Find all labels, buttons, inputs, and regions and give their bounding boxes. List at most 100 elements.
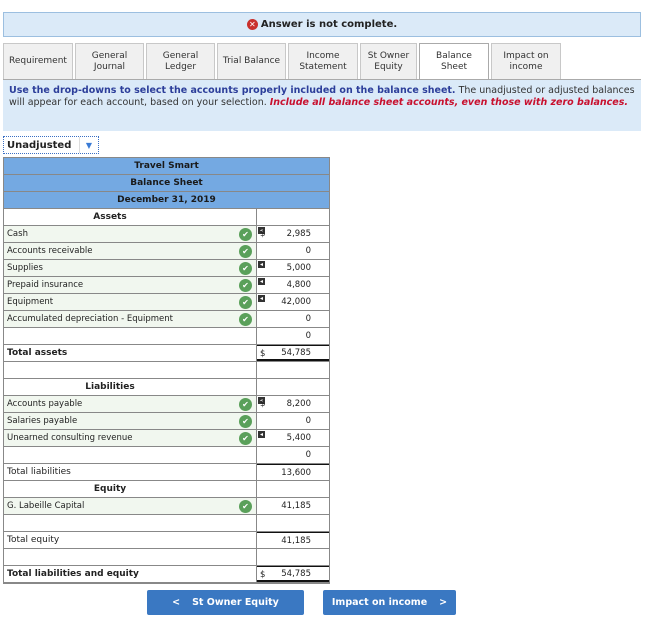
row-label: Accounts payable xyxy=(7,399,83,409)
tab-requirement[interactable]: Requirement xyxy=(3,43,73,79)
row-label: Equity xyxy=(93,484,127,494)
amount-value: 8,200 xyxy=(286,399,311,409)
dollar-sign: $ xyxy=(260,399,266,409)
check-icon: ✔ xyxy=(239,432,252,445)
amount-cell xyxy=(257,379,329,395)
tab-st-owner-equity[interactable]: St Owner Equity xyxy=(360,43,417,79)
row-label: Equipment xyxy=(7,297,54,307)
section-heading: Assets xyxy=(4,209,329,226)
amount-value: 13,600 xyxy=(281,467,311,478)
account-label-cell[interactable]: Equipment ✔ xyxy=(4,294,257,310)
blank-row: 0 xyxy=(4,447,329,464)
account-label-cell: Total liabilities xyxy=(4,464,257,480)
amount-cell: 41,185 xyxy=(257,532,329,548)
account-label-cell[interactable]: G. Labeille Capital ✔ xyxy=(4,498,257,514)
account-label-cell[interactable]: Salaries payable ✔ xyxy=(4,413,257,429)
account-label-cell[interactable]: Supplies ✔ xyxy=(4,260,257,276)
prev-button[interactable]: < St Owner Equity xyxy=(147,590,304,615)
total-row: Total liabilities and equity $54,785 xyxy=(4,566,329,583)
section-heading: Equity xyxy=(4,481,329,498)
total-row: Total liabilities 13,600 xyxy=(4,464,329,481)
instructions-warning: Include all balance sheet accounts, even… xyxy=(269,97,628,108)
row-label: Assets xyxy=(93,212,127,222)
amount-value: 0 xyxy=(305,246,311,256)
tab-trial-balance[interactable]: Trial Balance xyxy=(217,43,286,79)
amount-cell: 13,600 xyxy=(257,464,329,480)
tab-general-ledger[interactable]: General Ledger xyxy=(146,43,215,79)
amount-value: 5,000 xyxy=(286,263,311,273)
amount-value: 41,185 xyxy=(281,501,311,511)
account-label-cell xyxy=(4,515,257,531)
account-row: Cash ✔ ◂ $2,985 xyxy=(4,226,329,243)
amount-cell: ◂ $2,985 xyxy=(257,226,329,242)
account-label-cell[interactable]: Accumulated depreciation - Equipment ✔ xyxy=(4,311,257,327)
amount-cell xyxy=(257,362,329,378)
amount-cell: 0 xyxy=(257,328,329,344)
answer-status-banner: ✕ Answer is not complete. xyxy=(3,12,641,37)
dropdown-value: Unadjusted xyxy=(7,139,72,151)
blank-row xyxy=(4,362,329,379)
amount-cell: $54,785 xyxy=(257,566,329,582)
account-label-cell xyxy=(4,362,257,378)
account-label-cell xyxy=(4,549,257,565)
dollar-sign: $ xyxy=(260,349,266,359)
account-label-cell: Equity xyxy=(4,481,257,497)
chevron-right-icon: > xyxy=(439,597,448,608)
sheet-header: December 31, 2019 xyxy=(4,192,329,209)
account-label-cell[interactable]: Prepaid insurance ✔ xyxy=(4,277,257,293)
tab-balance-sheet[interactable]: Balance Sheet xyxy=(419,43,489,80)
amount-value: 2,985 xyxy=(286,229,311,239)
amount-cell xyxy=(257,481,329,497)
account-row: Prepaid insurance ✔ ◂ 4,800 xyxy=(4,277,329,294)
amount-cell: ◂ 5,000 xyxy=(257,260,329,276)
adjustment-marker-icon: ◂ xyxy=(258,278,265,285)
amount-value: 54,785 xyxy=(281,568,311,579)
account-row: Supplies ✔ ◂ 5,000 xyxy=(4,260,329,277)
account-label-cell: Assets xyxy=(4,209,257,225)
account-label-cell[interactable]: Unearned consulting revenue ✔ xyxy=(4,430,257,446)
amount-value: 41,185 xyxy=(281,535,311,546)
row-label: Liabilities xyxy=(85,382,135,392)
row-label: Salaries payable xyxy=(7,416,78,426)
row-label: Total equity xyxy=(7,535,60,545)
dollar-sign: $ xyxy=(260,229,266,239)
dropdown-arrow-icon[interactable]: ▼ xyxy=(79,137,98,153)
account-row: Salaries payable ✔ 0 xyxy=(4,413,329,430)
amount-cell xyxy=(257,549,329,565)
total-row: Total assets $54,785 xyxy=(4,345,329,362)
instructions-bold: Use the drop-downs to select the account… xyxy=(9,85,456,96)
tab-bar: Requirement General Journal General Ledger… xyxy=(3,43,561,80)
amount-cell: ◂ 5,400 xyxy=(257,430,329,446)
account-row: Accounts receivable ✔ 0 xyxy=(4,243,329,260)
amount-cell: ◂ 4,800 xyxy=(257,277,329,293)
tab-income-statement[interactable]: Income Statement xyxy=(288,43,358,79)
amount-cell xyxy=(257,515,329,531)
tab-impact-on-income[interactable]: Impact on income xyxy=(491,43,561,79)
next-button[interactable]: Impact on income > xyxy=(323,590,456,615)
adjustment-marker-icon: ◂ xyxy=(258,295,265,302)
account-row: Accounts payable ✔ ◂ $8,200 xyxy=(4,396,329,413)
next-label: Impact on income xyxy=(331,597,428,608)
status-text: Answer is not complete. xyxy=(260,19,398,30)
dollar-sign: $ xyxy=(260,570,266,580)
sheet-header: Balance Sheet xyxy=(4,175,329,192)
account-label-cell: Liabilities xyxy=(4,379,257,395)
tab-general-journal[interactable]: General Journal xyxy=(75,43,144,79)
account-label-cell: Total equity xyxy=(4,532,257,548)
balance-type-dropdown[interactable]: Unadjusted ▼ xyxy=(3,136,99,154)
account-label-cell[interactable]: Cash ✔ xyxy=(4,226,257,242)
amount-value: 0 xyxy=(305,331,311,341)
balance-sheet-table: Travel Smart Balance Sheet December 31, 20… xyxy=(3,157,330,584)
amount-cell: 0 xyxy=(257,413,329,429)
account-row: G. Labeille Capital ✔ 41,185 xyxy=(4,498,329,515)
adjustment-marker-icon: ◂ xyxy=(258,431,265,438)
amount-cell: ◂ 42,000 xyxy=(257,294,329,310)
amount-cell: 0 xyxy=(257,447,329,463)
check-icon: ✔ xyxy=(239,262,252,275)
amount-value: 42,000 xyxy=(281,297,311,307)
error-circle-icon: ✕ xyxy=(246,19,258,30)
amount-value: 54,785 xyxy=(281,347,311,358)
account-label-cell[interactable]: Accounts payable ✔ xyxy=(4,396,257,412)
account-label-cell[interactable]: Accounts receivable ✔ xyxy=(4,243,257,259)
sheet-header: Travel Smart xyxy=(4,158,329,175)
